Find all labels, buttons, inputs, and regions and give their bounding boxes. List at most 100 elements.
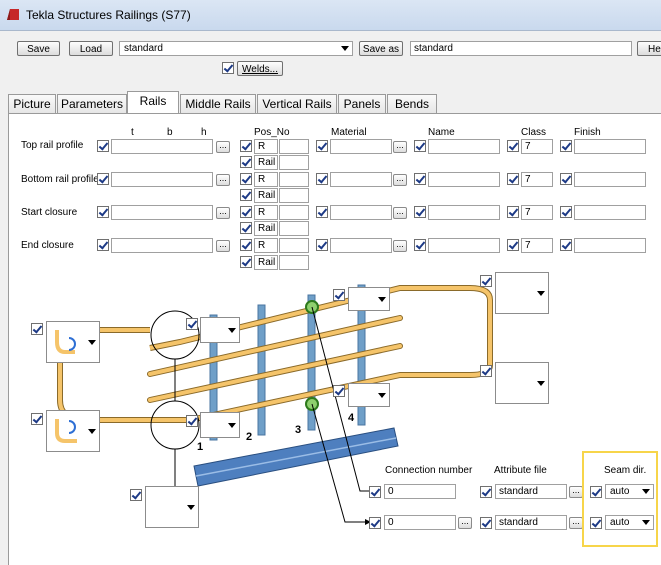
pos-checkbox[interactable]	[240, 173, 252, 185]
attribute-browse-button[interactable]: ...	[569, 517, 583, 529]
assembly-prefix-field[interactable]: Rail	[254, 155, 278, 170]
material-browse-button[interactable]: ...	[393, 174, 407, 186]
top-bend-selector[interactable]	[200, 317, 240, 343]
assembly-start-field[interactable]	[279, 155, 309, 170]
profile-field[interactable]	[111, 238, 213, 253]
attribute-checkbox[interactable]	[480, 486, 492, 498]
assembly-pos-checkbox[interactable]	[240, 222, 252, 234]
tab-bends[interactable]: Bends	[387, 94, 437, 113]
material-checkbox[interactable]	[316, 140, 328, 152]
attribute-browse-button[interactable]: ...	[569, 486, 583, 498]
seam-checkbox[interactable]	[590, 486, 602, 498]
profile-field[interactable]	[111, 205, 213, 220]
bottom-bend-selector[interactable]	[200, 412, 240, 438]
finish-field[interactable]	[574, 139, 646, 154]
help-button[interactable]: He	[637, 41, 661, 56]
assembly-pos-checkbox[interactable]	[240, 156, 252, 168]
name-checkbox[interactable]	[414, 140, 426, 152]
assembly-prefix-field[interactable]: Rail	[254, 188, 278, 203]
profile-checkbox[interactable]	[97, 173, 109, 185]
class-checkbox[interactable]	[507, 140, 519, 152]
pos-prefix-field[interactable]: R	[254, 172, 278, 187]
material-field[interactable]	[330, 205, 392, 220]
pos-start-field[interactable]	[279, 139, 309, 154]
pos-prefix-field[interactable]: R	[254, 238, 278, 253]
start-closure-bottom-selector[interactable]	[46, 410, 100, 452]
material-browse-button[interactable]: ...	[393, 207, 407, 219]
material-browse-button[interactable]: ...	[393, 141, 407, 153]
profile-checkbox[interactable]	[97, 206, 109, 218]
class-field[interactable]: 7	[521, 205, 553, 220]
middle-bottom-selector[interactable]	[348, 383, 390, 407]
finish-checkbox[interactable]	[560, 173, 572, 185]
connection-number-checkbox[interactable]	[369, 517, 381, 529]
class-field[interactable]: 7	[521, 139, 553, 154]
profile-checkbox[interactable]	[97, 239, 109, 251]
tab-picture[interactable]: Picture	[8, 94, 56, 113]
assembly-start-field[interactable]	[279, 255, 309, 270]
tab-middle-rails[interactable]: Middle Rails	[180, 94, 256, 113]
assembly-pos-checkbox[interactable]	[240, 256, 252, 268]
name-field[interactable]	[428, 139, 500, 154]
class-checkbox[interactable]	[507, 206, 519, 218]
seam-checkbox[interactable]	[590, 517, 602, 529]
material-field[interactable]	[330, 139, 392, 154]
connection-browse-button[interactable]: ...	[458, 517, 472, 529]
connection-number-checkbox[interactable]	[369, 486, 381, 498]
bend-checkbox[interactable]	[186, 318, 198, 330]
middle-checkbox[interactable]	[333, 385, 345, 397]
material-browse-button[interactable]: ...	[393, 240, 407, 252]
finish-field[interactable]	[574, 238, 646, 253]
tab-rails[interactable]: Rails	[127, 91, 179, 114]
seam-dir-dropdown[interactable]: auto	[605, 515, 654, 530]
name-field[interactable]	[428, 172, 500, 187]
pos-checkbox[interactable]	[240, 140, 252, 152]
material-field[interactable]	[330, 172, 392, 187]
attribute-file-field[interactable]: standard	[495, 515, 567, 530]
closure-checkbox[interactable]	[31, 323, 43, 335]
save-button[interactable]: Save	[17, 41, 60, 56]
start-closure-top-selector[interactable]	[46, 321, 100, 363]
end-closure-top-selector[interactable]	[495, 272, 549, 314]
welds-checkbox[interactable]	[222, 62, 234, 74]
seam-dir-dropdown[interactable]: auto	[605, 484, 654, 499]
assembly-start-field[interactable]	[279, 188, 309, 203]
assembly-pos-checkbox[interactable]	[240, 189, 252, 201]
finish-field[interactable]	[574, 172, 646, 187]
profile-browse-button[interactable]: ...	[216, 207, 230, 219]
assembly-start-field[interactable]	[279, 221, 309, 236]
pos-start-field[interactable]	[279, 238, 309, 253]
pos-checkbox[interactable]	[240, 239, 252, 251]
class-checkbox[interactable]	[507, 239, 519, 251]
tab-panels[interactable]: Panels	[338, 94, 386, 113]
stringer-connection-selector[interactable]	[145, 486, 199, 528]
name-checkbox[interactable]	[414, 239, 426, 251]
connection-number-field[interactable]: 0	[384, 484, 456, 499]
attribute-checkbox[interactable]	[480, 517, 492, 529]
finish-checkbox[interactable]	[560, 206, 572, 218]
assembly-prefix-field[interactable]: Rail	[254, 221, 278, 236]
profile-checkbox[interactable]	[97, 140, 109, 152]
save-as-button[interactable]: Save as	[359, 41, 403, 56]
material-checkbox[interactable]	[316, 239, 328, 251]
finish-field[interactable]	[574, 205, 646, 220]
pos-start-field[interactable]	[279, 205, 309, 220]
name-checkbox[interactable]	[414, 173, 426, 185]
name-checkbox[interactable]	[414, 206, 426, 218]
pos-prefix-field[interactable]: R	[254, 139, 278, 154]
profile-field[interactable]	[111, 139, 213, 154]
connection-number-field[interactable]: 0	[384, 515, 456, 530]
profile-browse-button[interactable]: ...	[216, 174, 230, 186]
assembly-prefix-field[interactable]: Rail	[254, 255, 278, 270]
pos-start-field[interactable]	[279, 172, 309, 187]
bend-checkbox[interactable]	[186, 415, 198, 427]
name-field[interactable]	[428, 205, 500, 220]
profile-browse-button[interactable]: ...	[216, 240, 230, 252]
class-field[interactable]: 7	[521, 238, 553, 253]
tab-vertical-rails[interactable]: Vertical Rails	[257, 94, 337, 113]
stringer-checkbox[interactable]	[130, 489, 142, 501]
profile-field[interactable]	[111, 172, 213, 187]
finish-checkbox[interactable]	[560, 140, 572, 152]
end-closure-checkbox[interactable]	[480, 275, 492, 287]
material-checkbox[interactable]	[316, 173, 328, 185]
